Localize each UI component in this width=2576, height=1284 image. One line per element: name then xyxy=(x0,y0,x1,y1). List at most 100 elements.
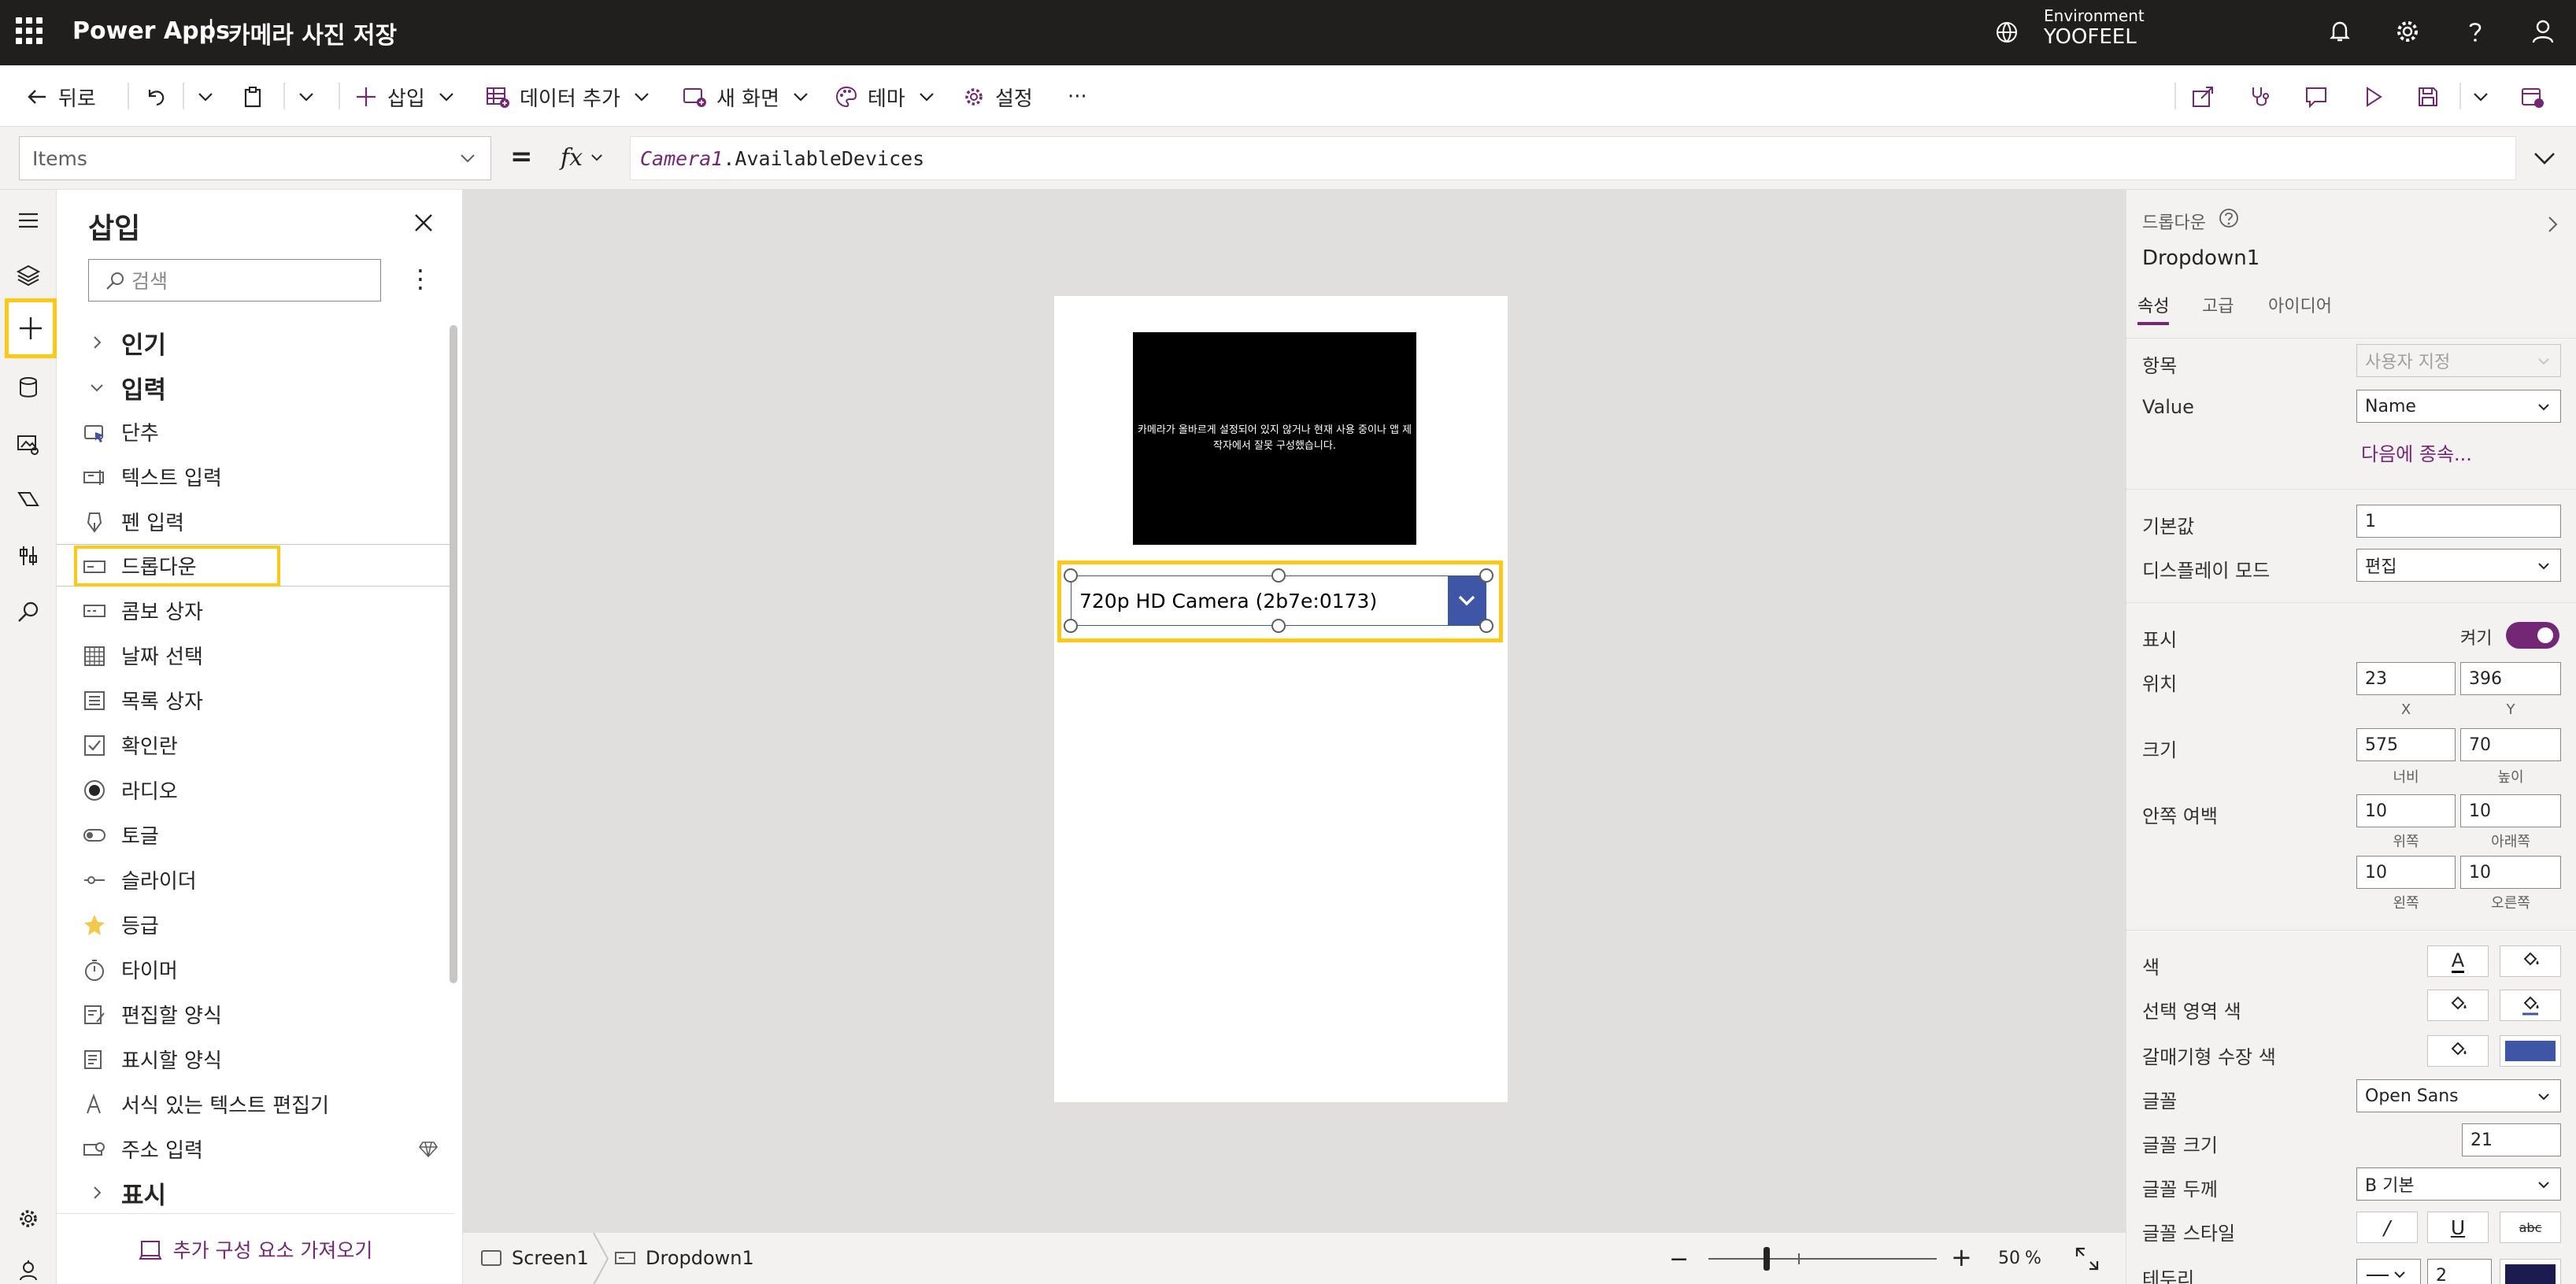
search-rail-button[interactable] xyxy=(10,594,46,631)
text-color-button[interactable]: A xyxy=(2427,945,2489,977)
fill-color-button[interactable] xyxy=(2500,945,2561,977)
insert-item-dropdown[interactable]: 드롭다운 xyxy=(57,544,454,586)
formula-input[interactable]: Camera1 .AvailableDevices xyxy=(630,136,2516,180)
app-name[interactable]: Power Apps xyxy=(72,17,230,45)
function-button[interactable]: fx xyxy=(561,138,620,177)
notifications-icon[interactable] xyxy=(2324,16,2356,47)
settings-gear-icon[interactable] xyxy=(2392,16,2423,47)
advanced-tools-button[interactable] xyxy=(10,538,46,574)
height-input[interactable]: 70 xyxy=(2460,728,2561,761)
insert-item-rich-text-editor[interactable]: 서식 있는 텍스트 편집기 xyxy=(57,1082,454,1125)
tab-ideas[interactable]: 아이디어 xyxy=(2268,292,2332,317)
breadcrumb-screen[interactable]: Screen1 xyxy=(480,1247,589,1269)
group-input[interactable]: 입력 xyxy=(57,366,454,409)
tab-properties[interactable]: 속성 xyxy=(2137,292,2170,325)
insert-item-date-picker[interactable]: 날짜 선택 xyxy=(57,634,454,676)
padding-left-input[interactable]: 10 xyxy=(2356,856,2456,889)
resize-handle[interactable] xyxy=(1271,619,1286,633)
environment-name[interactable]: YOOFEEL xyxy=(2044,25,2137,49)
back-button[interactable]: 뒤로 xyxy=(25,81,96,113)
font-select[interactable]: Open Sans xyxy=(2356,1079,2561,1112)
visible-toggle[interactable] xyxy=(2506,622,2559,649)
padding-right-input[interactable]: 10 xyxy=(2460,856,2561,889)
power-automate-button[interactable] xyxy=(10,481,46,517)
help-circle-icon[interactable] xyxy=(2218,207,2240,229)
dropdown-chevron-button[interactable] xyxy=(1448,576,1486,625)
paste-menu-button[interactable] xyxy=(296,81,316,113)
tab-advanced[interactable]: 고급 xyxy=(2202,292,2234,317)
share-button[interactable] xyxy=(2190,81,2215,113)
environment-icon[interactable] xyxy=(1993,19,2020,46)
insert-item-pen-input[interactable]: 펜 입력 xyxy=(57,500,454,542)
zoom-slider[interactable] xyxy=(1708,1258,1937,1260)
display-mode-select[interactable]: 편집 xyxy=(2356,549,2561,582)
more-commands-button[interactable]: ··· xyxy=(1068,81,1087,113)
control-name[interactable]: Dropdown1 xyxy=(2142,246,2260,270)
insert-button[interactable]: 삽입 xyxy=(354,81,457,113)
insert-rail-button[interactable] xyxy=(5,298,57,358)
help-icon[interactable] xyxy=(2459,16,2491,47)
insert-item-combobox[interactable]: 콤보 상자 xyxy=(57,589,454,631)
settings-rail-button[interactable] xyxy=(10,1201,46,1237)
camera-control[interactable]: 카메라가 올바르게 설정되어 있지 않거나 현재 사용 중이나 앱 제작자에서 … xyxy=(1133,332,1416,545)
save-button[interactable] xyxy=(2415,81,2441,113)
resize-handle[interactable] xyxy=(1064,619,1078,633)
design-canvas[interactable]: 카메라가 올바르게 설정되어 있지 않거나 현재 사용 중이나 앱 제작자에서 … xyxy=(463,190,2126,1232)
resize-handle[interactable] xyxy=(1064,568,1078,583)
resize-handle[interactable] xyxy=(1479,619,1493,633)
account-icon[interactable] xyxy=(2527,16,2559,47)
preview-play-button[interactable] xyxy=(2360,81,2385,113)
selection-text-color-button[interactable] xyxy=(2427,990,2489,1021)
insert-item-slider[interactable]: 슬라이더 xyxy=(57,858,454,901)
dropdown1-selection[interactable]: 720p HD Camera (2b7e:0173) xyxy=(1057,561,1503,642)
insert-item-rating[interactable]: 등급 xyxy=(57,903,454,945)
insert-item-timer[interactable]: 타이머 xyxy=(57,948,454,990)
close-icon[interactable] xyxy=(413,212,435,234)
x-input[interactable]: 23 xyxy=(2356,662,2456,695)
width-input[interactable]: 575 xyxy=(2356,728,2456,761)
media-button[interactable] xyxy=(10,426,46,462)
save-menu-button[interactable] xyxy=(2471,81,2491,113)
app-launcher-icon[interactable] xyxy=(16,17,43,44)
environment-label[interactable]: Environment xyxy=(2044,6,2145,25)
strikethrough-button[interactable]: abc xyxy=(2500,1212,2561,1243)
screen1-canvas[interactable]: 카메라가 올바르게 설정되어 있지 않거나 현재 사용 중이나 앱 제작자에서 … xyxy=(1054,296,1508,1102)
value-select[interactable]: Name xyxy=(2356,390,2561,423)
insert-scrollbar[interactable] xyxy=(450,325,457,983)
insert-more-button[interactable]: ⋮ xyxy=(408,264,433,294)
chevron-fill-button[interactable] xyxy=(2427,1035,2489,1067)
insert-item-button[interactable]: 단추 xyxy=(57,410,454,453)
zoom-in-button[interactable]: + xyxy=(1951,1242,1972,1272)
expand-formula-icon[interactable] xyxy=(2530,144,2559,172)
selection-fill-color-button[interactable] xyxy=(2500,990,2561,1021)
insert-item-listbox[interactable]: 목록 상자 xyxy=(57,679,454,721)
insert-item-checkbox[interactable]: 확인란 xyxy=(57,723,454,766)
font-weight-select[interactable]: B 기본 xyxy=(2356,1167,2561,1201)
breadcrumb-control[interactable]: Dropdown1 xyxy=(614,1247,754,1269)
padding-top-input[interactable]: 10 xyxy=(2356,794,2456,827)
data-button[interactable] xyxy=(10,369,46,405)
virtual-agent-button[interactable] xyxy=(10,1253,46,1284)
resize-handle[interactable] xyxy=(1479,568,1493,583)
add-data-button[interactable]: 데이터 추가 xyxy=(485,81,652,113)
group-popular[interactable]: 인기 xyxy=(57,321,454,364)
get-more-components-button[interactable]: 추가 구성 요소 가져오기 xyxy=(57,1213,454,1284)
underline-button[interactable]: U xyxy=(2427,1212,2489,1243)
settings-button[interactable]: 설정 xyxy=(962,81,1033,113)
tree-view-button[interactable] xyxy=(10,257,46,294)
depends-on-link[interactable]: 다음에 종속... xyxy=(2361,438,2472,466)
padding-bottom-input[interactable]: 10 xyxy=(2460,794,2561,827)
insert-search-input[interactable]: 검색 xyxy=(88,259,381,302)
border-color-swatch[interactable] xyxy=(2500,1259,2561,1284)
group-display[interactable]: 표시 xyxy=(57,1171,454,1213)
undo-button[interactable] xyxy=(143,81,167,113)
paste-button[interactable] xyxy=(241,81,265,113)
comments-button[interactable] xyxy=(2304,81,2329,113)
y-input[interactable]: 396 xyxy=(2460,662,2561,695)
property-selector[interactable]: Items xyxy=(19,136,491,180)
zoom-slider-thumb[interactable] xyxy=(1764,1247,1770,1271)
undo-menu-button[interactable] xyxy=(195,81,216,113)
insert-item-address-input[interactable]: 주소 입력 xyxy=(57,1127,454,1170)
default-input[interactable]: 1 xyxy=(2356,505,2561,538)
insert-item-text-input[interactable]: 텍스트 입력 xyxy=(57,455,454,498)
